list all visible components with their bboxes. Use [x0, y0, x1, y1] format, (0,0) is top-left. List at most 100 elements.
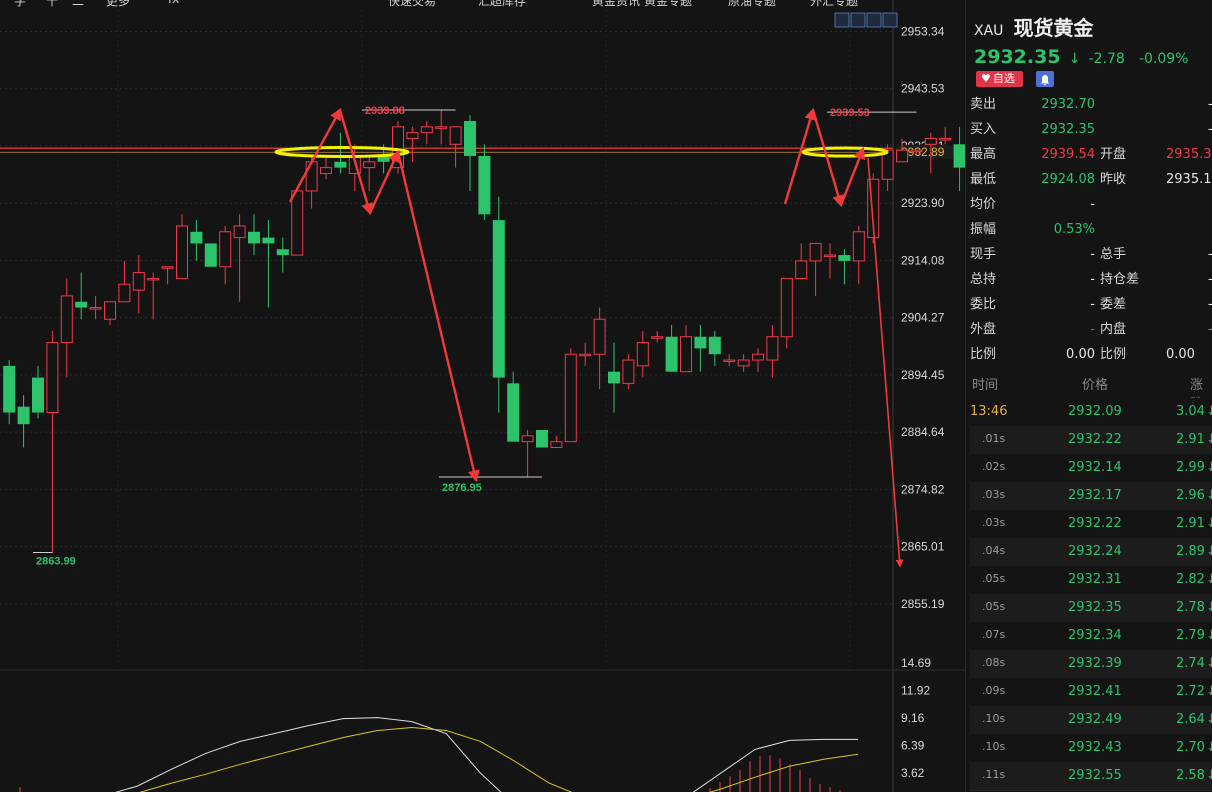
- tick-change: 2.89: [1176, 544, 1205, 559]
- candle-body: [564, 353, 577, 443]
- tick-row[interactable]: .09s 2932.41 2.72↓: [970, 678, 1212, 707]
- candle-body: [636, 342, 649, 367]
- toolbar-item[interactable]: 黄金资讯: [592, 0, 640, 8]
- candle-body: [262, 237, 275, 244]
- chart-toolbar: 字 十 二 更多 fx 快速交易 汇超库存 黄金资讯黄金专题 原油专题 外汇专题: [0, 0, 965, 8]
- candle-body: [780, 277, 793, 338]
- tick-row[interactable]: .05s 2932.35 2.78↓: [970, 594, 1212, 623]
- tick-time: .08s: [982, 656, 1006, 669]
- quote-label: 最高: [970, 147, 997, 162]
- grid-layout-icon[interactable]: [834, 12, 850, 28]
- quote-value: 2932.70: [1041, 97, 1095, 112]
- candle-body: [132, 272, 145, 291]
- toolbar-item[interactable]: 外汇专题: [810, 0, 858, 8]
- down-arrow-icon: ↓: [1206, 768, 1212, 783]
- tick-change: 2.78: [1176, 600, 1205, 615]
- quote-value: 2924.08: [1041, 172, 1095, 187]
- tick-row[interactable]: 13:46 2932.09 3.04↓: [970, 398, 1212, 427]
- down-arrow-icon: ↓: [1206, 432, 1212, 447]
- quote-label: 持仓差: [1100, 272, 1140, 287]
- price-change: -2.78: [1088, 51, 1125, 67]
- candle-body: [492, 220, 505, 378]
- candle-body: [118, 283, 131, 303]
- toolbar-item[interactable]: fx: [168, 0, 179, 6]
- tick-row[interactable]: .11s 2932.55 2.58↓: [970, 762, 1212, 791]
- quote-row: 外盘-内盘-: [970, 317, 1212, 342]
- quote-row: 比例 0.00 比例 0.00: [970, 342, 1212, 367]
- quote-label: 比例: [970, 347, 997, 362]
- trend-arrow: [396, 151, 480, 483]
- tick-row[interactable]: .08s 2932.39 2.74↓: [970, 650, 1212, 679]
- split-icon[interactable]: [850, 12, 866, 28]
- tick-row[interactable]: .03s 2932.17 2.96↓: [970, 482, 1212, 511]
- tick-row[interactable]: .04s 2932.24 2.89↓: [970, 538, 1212, 567]
- watchlist-label: 自选: [992, 72, 1015, 85]
- quote-value: -: [1090, 272, 1095, 287]
- candle-body: [766, 336, 779, 361]
- indicator-axis-tick: 14.69: [901, 656, 931, 670]
- candle-body: [651, 336, 664, 339]
- tick-change: 2.99: [1176, 460, 1205, 475]
- collapse-icon[interactable]: [882, 12, 898, 28]
- candle-body: [161, 266, 174, 269]
- quote-row: 均价 -: [970, 192, 1212, 217]
- ticks-header: 时间 价格 涨跌: [966, 368, 1212, 412]
- price-axis-tick: 2904.27: [901, 311, 945, 325]
- toolbar-item[interactable]: 原油专题: [728, 0, 776, 8]
- candle-body: [809, 242, 822, 262]
- quote-label: 买入: [970, 122, 997, 137]
- tick-price: 2932.55: [1068, 768, 1122, 783]
- candle-body: [752, 353, 764, 361]
- tick-row[interactable]: .03s 2932.22 2.91↓: [970, 510, 1212, 539]
- price-axis-tick: 2855.19: [901, 597, 945, 611]
- tick-row[interactable]: .01s 2932.22 2.91↓: [970, 426, 1212, 455]
- toolbar-item[interactable]: 黄金专题: [644, 0, 692, 8]
- toolbar-item[interactable]: 字: [14, 0, 26, 8]
- candle-body: [665, 336, 678, 372]
- price-chart[interactable]: 2953.342943.532933.712923.902914.082904.…: [0, 0, 965, 792]
- tick-row[interactable]: .10s 2932.43 2.70↓: [970, 734, 1212, 763]
- price-axis-tick: 2953.34: [901, 25, 945, 39]
- quote-value: -: [1090, 322, 1095, 337]
- quote-label: 均价: [970, 197, 997, 212]
- candle-body: [248, 231, 260, 244]
- quote-label: 昨收: [1100, 172, 1127, 187]
- quote-value: -: [1090, 197, 1095, 212]
- toolbar-item[interactable]: 汇超库存: [478, 0, 526, 8]
- candle-body: [521, 435, 534, 443]
- tick-change: 3.04: [1176, 404, 1205, 419]
- bar-icon[interactable]: [866, 12, 882, 28]
- tick-row[interactable]: .05s 2932.31 2.82↓: [970, 566, 1212, 595]
- candle-body: [896, 149, 908, 163]
- candle-body: [104, 301, 116, 320]
- quote-label: 总持: [970, 272, 997, 287]
- down-arrow-icon: ↓: [1206, 516, 1212, 531]
- candle-body: [291, 190, 304, 256]
- quote-row: 买入 2932.35 -: [970, 117, 1212, 142]
- toolbar-item[interactable]: 快速交易: [388, 0, 436, 8]
- candle-body: [176, 225, 188, 279]
- tick-price: 2932.39: [1068, 656, 1122, 671]
- price-axis-tick: 2884.64: [901, 425, 945, 439]
- down-arrow-icon: ↓: [1206, 740, 1212, 755]
- trend-arrow: [811, 109, 845, 208]
- watchlist-button[interactable]: ♥ 自选: [976, 71, 1023, 87]
- tick-row[interactable]: .07s 2932.34 2.79↓: [970, 622, 1212, 651]
- price-axis-tick: 2865.01: [901, 540, 945, 554]
- tick-time: .02s: [982, 460, 1006, 473]
- tick-row[interactable]: .10s 2932.49 2.64↓: [970, 706, 1212, 735]
- toolbar-item[interactable]: 更多: [106, 0, 130, 8]
- toolbar-item[interactable]: 二: [72, 0, 84, 8]
- candle-body: [89, 307, 102, 310]
- tick-time: .05s: [982, 572, 1006, 585]
- tick-time: .09s: [982, 684, 1006, 697]
- price-annotation: 2939.88: [365, 105, 405, 117]
- quote-label: 比例: [1100, 347, 1127, 362]
- quote-value: -: [1208, 267, 1212, 292]
- alert-button[interactable]: [1036, 71, 1054, 87]
- tick-time: .07s: [982, 628, 1006, 641]
- price-axis-tick: 2894.45: [901, 368, 945, 382]
- toolbar-item[interactable]: 十: [46, 0, 58, 8]
- down-arrow-icon: ↓: [1068, 51, 1081, 67]
- tick-row[interactable]: .02s 2932.14 2.99↓: [970, 454, 1212, 483]
